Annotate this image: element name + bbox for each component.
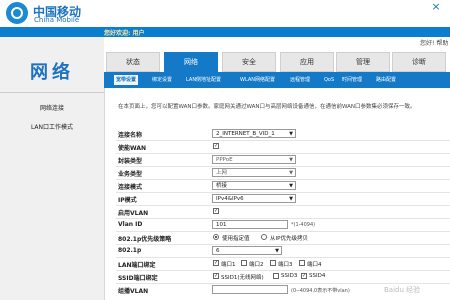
watermark: Baidu 经验: [384, 286, 421, 294]
subtab-remote[interactable]: 远程管理: [288, 75, 312, 85]
row-divider: [116, 166, 450, 167]
lan-bind-label: LAN端口绑定: [118, 262, 156, 269]
subtab-route[interactable]: 路由配置: [374, 75, 398, 85]
page-description: 在本页面上，您可以配置WAN口参数。家庭网关通过WAN口与高层网络设备通信，在通…: [118, 104, 416, 110]
conn-mode-select[interactable]: 桥接 ▼: [212, 181, 296, 190]
subtab-qos[interactable]: QoS: [322, 75, 336, 85]
left-item-network-connection[interactable]: 网络连接: [0, 103, 104, 112]
row-divider: [116, 283, 450, 284]
help-text[interactable]: 您好! 帮助: [420, 38, 448, 47]
chevron-down-icon: ▼: [289, 196, 293, 202]
lan-port2-label: 端口2: [249, 262, 264, 268]
row-divider: [116, 218, 450, 219]
vlan-id-input[interactable]: 101: [212, 220, 288, 229]
ssid4-label: SSID4: [309, 273, 326, 279]
row-divider: [116, 257, 450, 258]
enc-type-value: PPPoE: [216, 157, 233, 163]
enable-vlan-checkbox[interactable]: ✓: [213, 208, 219, 214]
p8021-label: 802.1p: [118, 247, 142, 254]
policy-fixed-radio[interactable]: [213, 234, 219, 240]
policy-copy-radio[interactable]: [261, 234, 267, 240]
mcast-vlan-label: 组播VLAN: [118, 288, 149, 295]
chevron-down-icon: ▼: [289, 131, 293, 137]
chevron-down-icon: ▼: [289, 170, 293, 176]
p8021-policy-label: 802.1p优先级策略: [118, 236, 172, 243]
subtab-broadband[interactable]: 宽带设置: [114, 75, 139, 85]
enc-type-label: 封装类型: [118, 158, 143, 165]
p8021-select[interactable]: 6 ▼: [212, 246, 282, 255]
row-divider: [116, 140, 450, 141]
lan-port4-checkbox[interactable]: [299, 260, 305, 266]
tab-diagnose[interactable]: 诊断: [392, 52, 446, 72]
row-divider: [116, 179, 450, 180]
vlan-id-hint: *(1-4094): [291, 222, 316, 228]
lan-port4-label: 端口4: [307, 262, 322, 268]
china-mobile-logo-icon: [6, 2, 28, 24]
tab-manage[interactable]: 管理: [336, 52, 390, 72]
row-divider: [116, 153, 450, 154]
divider: [0, 92, 104, 93]
row-divider: [116, 244, 450, 245]
conn-name-label: 连接名称: [118, 132, 143, 139]
p8021-value: 6: [216, 248, 220, 254]
welcome-text: 您好欢迎: 用户: [104, 30, 145, 37]
row-divider: [116, 270, 450, 271]
ssid1-label: SSID1(无线网络): [221, 275, 264, 281]
chevron-down-icon: ▼: [289, 157, 293, 163]
policy-fixed-label: 使用指定值: [222, 236, 250, 242]
chevron-down-icon: ▼: [289, 183, 293, 189]
vlan-id-label: Vlan ID: [118, 221, 143, 228]
ssid3-checkbox[interactable]: [273, 273, 279, 279]
ssid-bind-label: SSID端口绑定: [118, 275, 158, 282]
enable-wan-checkbox[interactable]: ✓: [213, 143, 219, 149]
chevron-down-icon: ▼: [275, 248, 279, 254]
conn-name-select[interactable]: 2_INTERNET_B_VID_1 ▼: [212, 129, 296, 138]
conn-mode-label: 连接模式: [118, 184, 143, 191]
subtab-lan-address[interactable]: LAN侧地址配置: [184, 75, 223, 85]
ip-mode-select[interactable]: IPv4&IPv6 ▼: [212, 194, 296, 203]
row-divider: [116, 231, 450, 232]
ssid4-checkbox[interactable]: ✓: [301, 273, 307, 279]
ip-mode-value: IPv4&IPv6: [216, 196, 244, 202]
service-label: 业务类型: [118, 171, 143, 178]
policy-copy-label: 从IP优先级拷贝: [270, 236, 308, 242]
lan-port3-checkbox[interactable]: [270, 260, 276, 266]
lan-port1-checkbox[interactable]: ✓: [213, 260, 219, 266]
ssid3-label: SSID3: [281, 273, 298, 279]
lan-port3-label: 端口3: [278, 262, 293, 268]
service-value: 上网: [216, 170, 228, 176]
ssid1-checkbox[interactable]: ✓: [213, 273, 219, 279]
mcast-vlan-input[interactable]: [212, 285, 288, 294]
lan-port2-checkbox[interactable]: [241, 260, 247, 266]
brand-name-en: China Mobile: [34, 16, 80, 24]
tab-network[interactable]: 网络: [164, 52, 218, 72]
service-select[interactable]: 上网 ▼: [212, 168, 296, 177]
ip-mode-label: IP模式: [118, 197, 137, 204]
row-divider: [116, 205, 450, 206]
section-title: 网络: [30, 62, 74, 83]
subtab-binding[interactable]: 绑定设置: [150, 75, 174, 85]
enc-type-select[interactable]: PPPoE ▼: [212, 155, 296, 164]
enable-wan-label: 使能WAN: [118, 145, 147, 152]
mcast-vlan-hint: (0--4094,0表示不带vlan): [291, 288, 350, 294]
left-item-lan-mode[interactable]: LAN口工作模式: [0, 122, 104, 131]
conn-name-value: 2_INTERNET_B_VID_1: [216, 131, 275, 137]
lan-port1-label: 端口1: [221, 262, 236, 268]
tab-apps[interactable]: 应用: [280, 52, 334, 72]
tab-status[interactable]: 状态: [106, 52, 160, 72]
subtab-wlan[interactable]: WLAN网络配置: [238, 75, 277, 85]
enable-vlan-label: 启用VLAN: [118, 210, 149, 217]
tab-security[interactable]: 安全: [222, 52, 276, 72]
conn-mode-value: 桥接: [216, 183, 228, 189]
subtab-time[interactable]: 时间管理: [340, 75, 364, 85]
header-strip: [0, 27, 450, 37]
close-icon[interactable]: ×: [425, 0, 447, 14]
row-divider: [116, 192, 450, 193]
